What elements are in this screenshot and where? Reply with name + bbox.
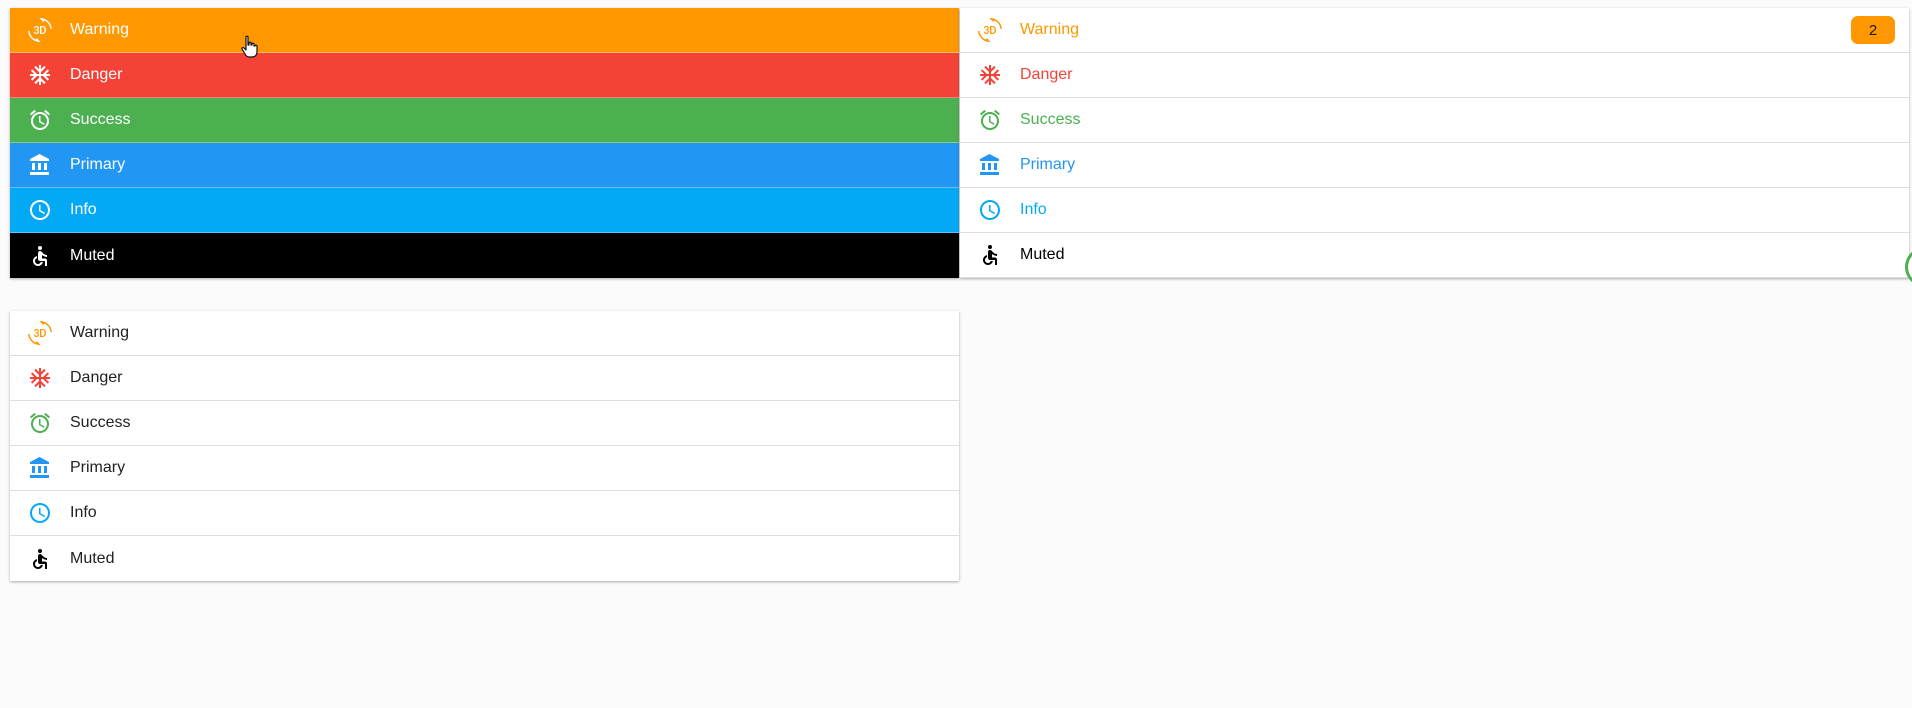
list-item-primary[interactable]: Primary [10, 446, 959, 491]
list-item-danger[interactable]: Danger [10, 356, 959, 401]
list-item-label: Muted [70, 246, 115, 264]
list-item-info[interactable]: Info [10, 188, 959, 233]
3d-rotation-icon [27, 17, 53, 43]
alarm-clock-icon [27, 410, 53, 436]
clock-icon [27, 197, 53, 223]
3d-rotation-icon [27, 320, 53, 346]
list-item-danger[interactable]: Danger [960, 53, 1909, 98]
list-item-label: Info [70, 504, 97, 521]
list-item-muted[interactable]: Muted [960, 233, 1909, 278]
list-item-label: Primary [70, 156, 126, 173]
list-item-label: Warning [70, 324, 129, 341]
accessible-icon [27, 546, 53, 572]
list-item-label: Success [70, 414, 131, 431]
list-item-label: Primary [1020, 156, 1076, 173]
list-item-primary[interactable]: Primary [960, 143, 1909, 188]
alarm-clock-icon [27, 107, 53, 133]
list-item-label: Info [70, 201, 97, 218]
list-item-primary[interactable]: Primary [10, 143, 959, 188]
list-item-warning[interactable]: Warning 2 [960, 8, 1909, 53]
list-item-label: Primary [70, 459, 126, 476]
list-item-label: Warning [70, 21, 129, 38]
accessible-icon [27, 243, 53, 269]
3d-rotation-icon [977, 17, 1003, 43]
list-item-label: Info [1020, 201, 1047, 218]
list-item-label: Success [1020, 111, 1081, 128]
list-item-muted[interactable]: Muted [10, 536, 959, 581]
bank-icon [27, 455, 53, 481]
list-item-info[interactable]: Info [10, 491, 959, 536]
list-item-success[interactable]: Success [10, 98, 959, 143]
accessible-icon [977, 242, 1003, 268]
colored-list: Warning Danger Success Primary Info Muted [10, 8, 959, 278]
count-badge: 2 [1851, 16, 1895, 44]
clock-icon [977, 197, 1003, 223]
list-item-label: Muted [70, 549, 115, 567]
list-item-warning[interactable]: Warning [10, 8, 959, 53]
list-item-label: Danger [70, 66, 123, 83]
bank-icon [27, 152, 53, 178]
alarm-clock-icon [977, 107, 1003, 133]
snowflake-icon [27, 62, 53, 88]
list-item-success[interactable]: Success [10, 401, 959, 446]
list-item-success[interactable]: Success [960, 98, 1909, 143]
snowflake-icon [977, 62, 1003, 88]
colored-text-list: Warning 2 Danger Success Primary Info Muted [960, 8, 1912, 287]
list-item-label: Danger [1020, 66, 1073, 83]
snowflake-icon [27, 365, 53, 391]
list-item-danger[interactable]: Danger [10, 53, 959, 98]
list-item-muted[interactable]: Muted [10, 233, 959, 278]
clock-icon [27, 500, 53, 526]
list-item-label: Muted [1020, 246, 1065, 263]
list-item-info[interactable]: Info [960, 188, 1909, 233]
list-item-label: Success [70, 111, 131, 128]
bank-icon [977, 152, 1003, 178]
colored-icon-list: Warning Danger Success Primary Info Muted [10, 311, 959, 581]
list-item-label: Danger [70, 369, 123, 386]
list-item-warning[interactable]: Warning [10, 311, 959, 356]
list-item-label: Warning [1020, 21, 1079, 38]
